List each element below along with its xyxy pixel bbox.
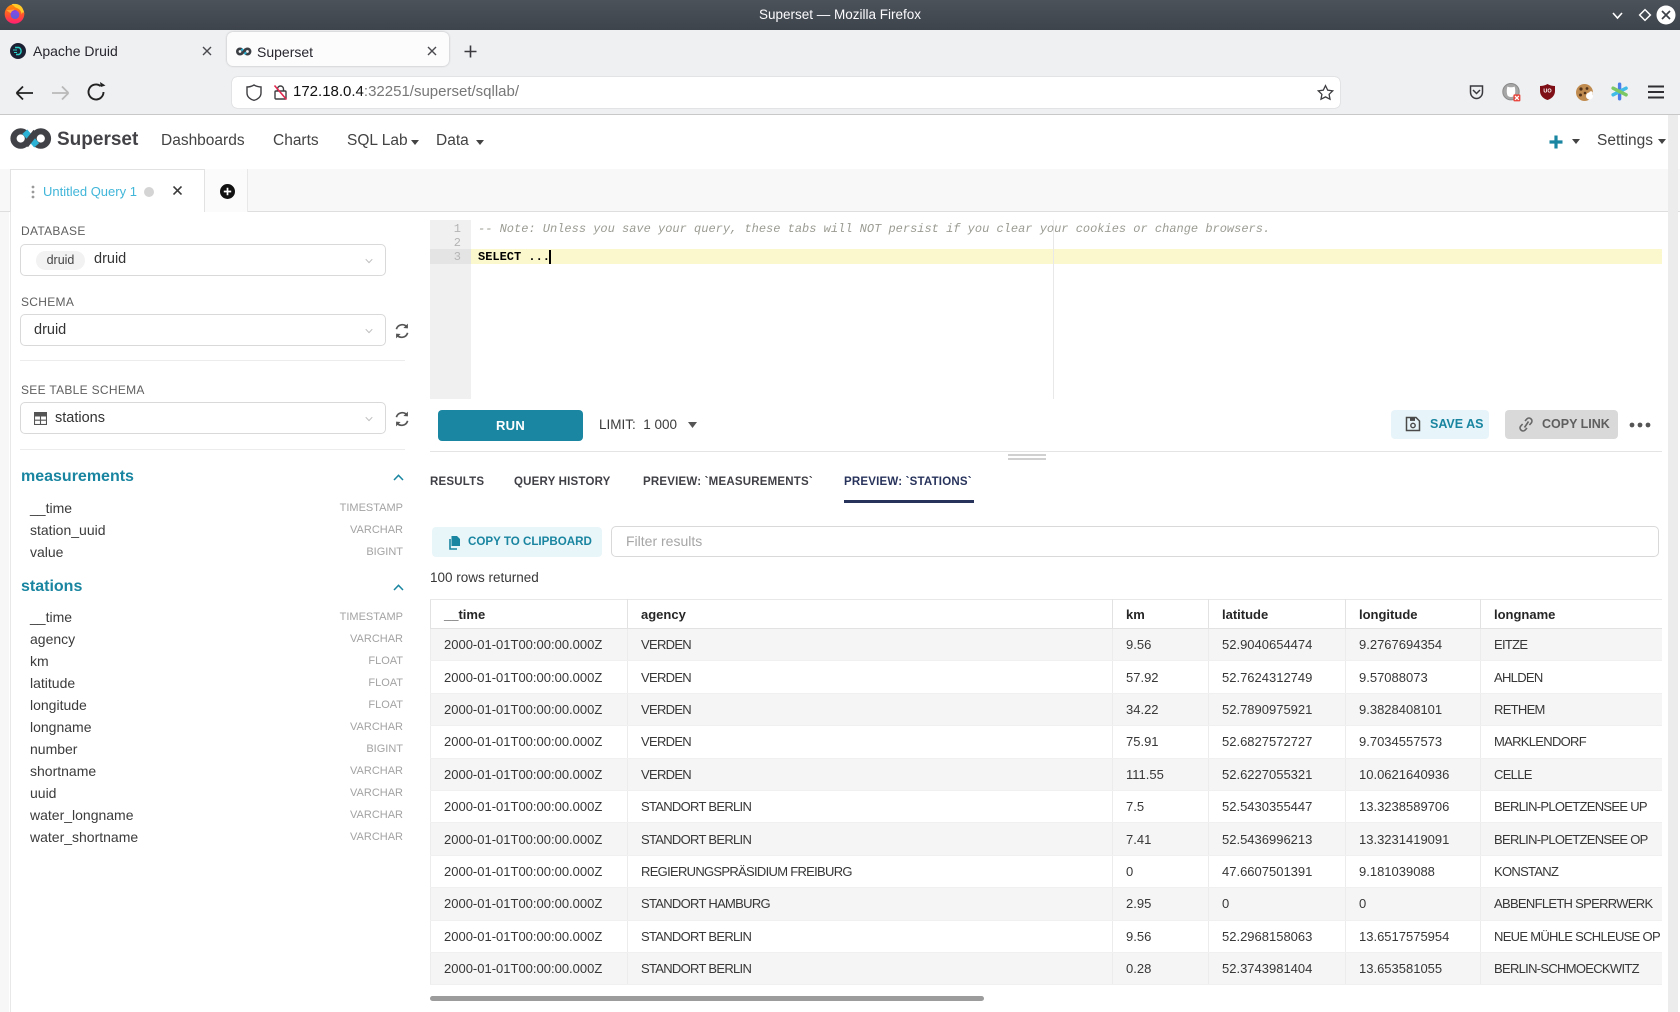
svg-text:UO: UO	[1543, 89, 1552, 95]
